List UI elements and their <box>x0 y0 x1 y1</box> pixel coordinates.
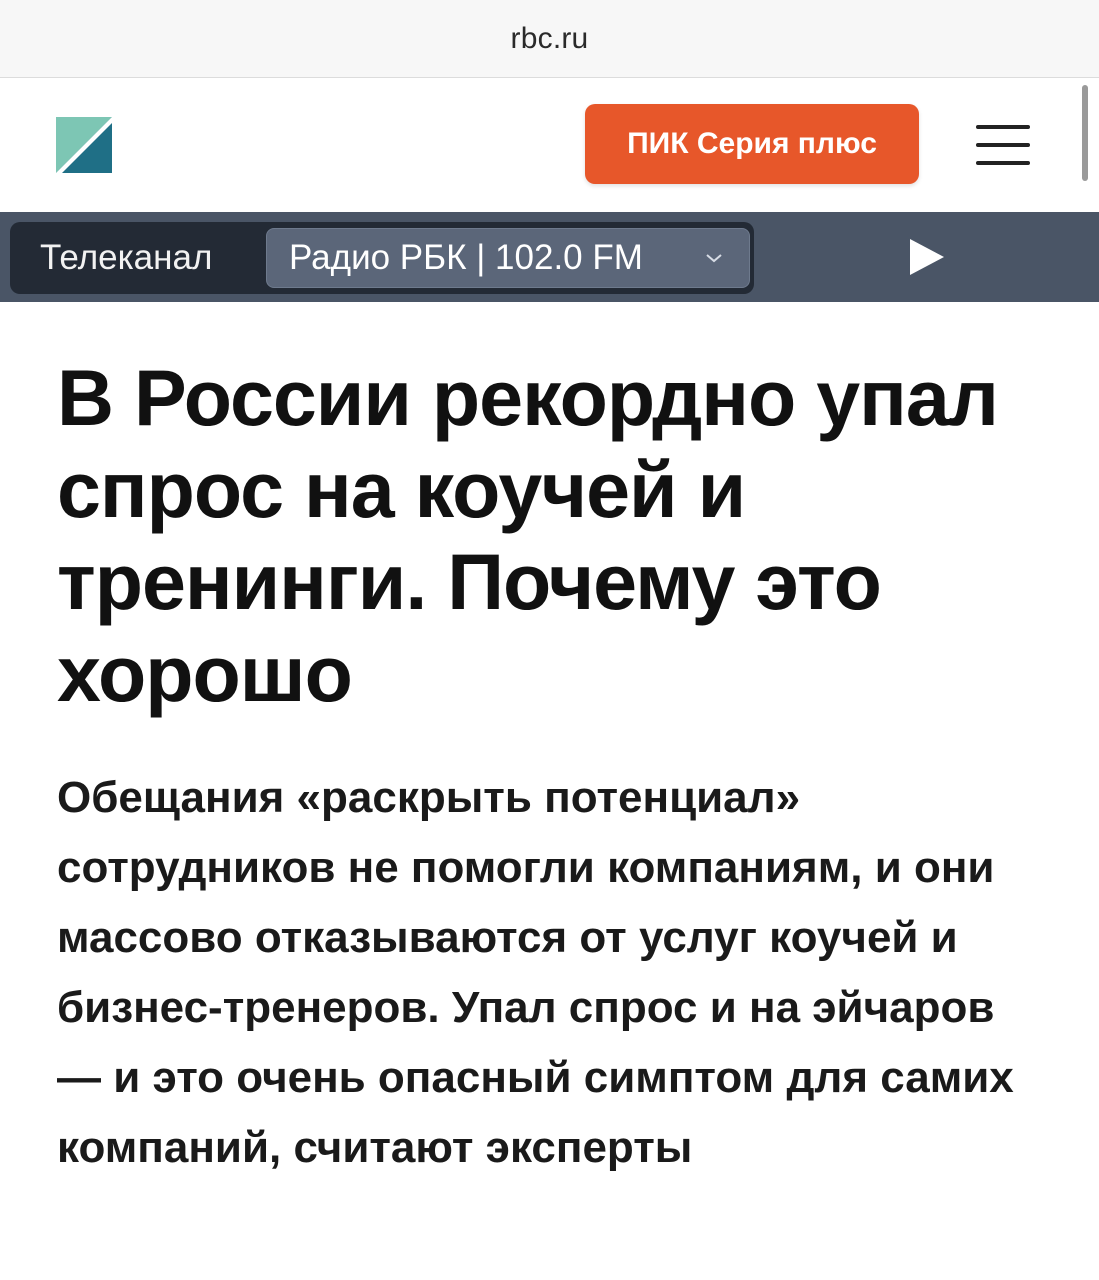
article-title: В России рекордно упал спрос на коучей и… <box>57 353 999 718</box>
broadcast-switcher: Телеканал Радио РБК | 102.0 FM <box>10 222 754 294</box>
rbc-logo-icon[interactable] <box>56 117 112 173</box>
scrollbar[interactable] <box>1082 85 1088 181</box>
site-header: ПИК Серия плюс <box>0 79 1099 212</box>
play-icon[interactable] <box>906 237 946 277</box>
article-lead: Обещания «раскрыть потенциал» сотруднико… <box>57 773 1014 1172</box>
tab-radio-rbc[interactable]: Радио РБК | 102.0 FM <box>266 228 750 288</box>
url-text: rbc.ru <box>510 21 589 55</box>
browser-url-bar[interactable]: rbc.ru <box>0 0 1099 78</box>
hamburger-menu-icon[interactable] <box>976 125 1030 165</box>
tab-tv-channel[interactable]: Телеканал <box>40 222 212 294</box>
radio-station-label: Радио РБК | 102.0 FM <box>289 238 643 277</box>
subscribe-button[interactable]: ПИК Серия плюс <box>585 104 919 184</box>
chevron-down-icon <box>706 254 722 263</box>
live-broadcast-bar: Телеканал Радио РБК | 102.0 FM <box>0 212 1099 302</box>
